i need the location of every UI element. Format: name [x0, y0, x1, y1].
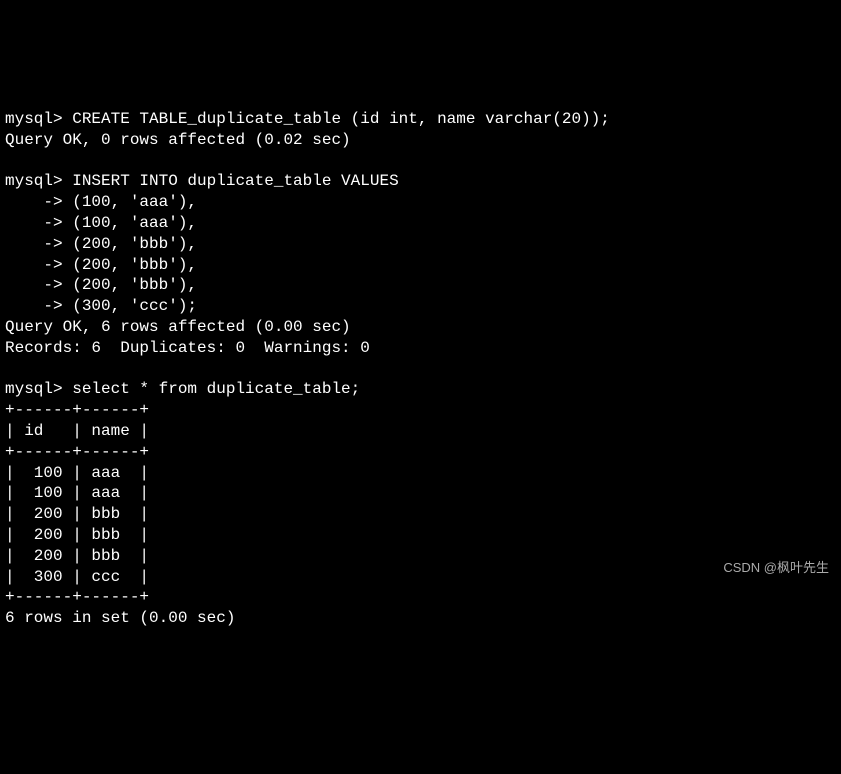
rows-in-set-line: 6 rows in set (0.00 sec) [5, 609, 235, 627]
table-row-line: | 100 | aaa | [5, 484, 149, 502]
table-row-line: | 300 | ccc | [5, 568, 149, 586]
insert-value-line: -> (200, 'bbb'), [5, 276, 197, 294]
table-row-line: | 200 | bbb | [5, 505, 149, 523]
mysql-select-line: mysql> select * from duplicate_table; [5, 380, 360, 398]
terminal-output: mysql> CREATE TABLE_duplicate_table (id … [5, 88, 836, 629]
table-row-line: | 200 | bbb | [5, 526, 149, 544]
insert-value-line: -> (100, 'aaa'), [5, 214, 197, 232]
table-border-line: +------+------+ [5, 443, 149, 461]
table-header-line: | id | name | [5, 422, 149, 440]
mysql-create-table-line: mysql> CREATE TABLE_duplicate_table (id … [5, 110, 610, 128]
insert-value-line: -> (300, 'ccc'); [5, 297, 197, 315]
insert-value-line: -> (200, 'bbb'), [5, 256, 197, 274]
table-border-line: +------+------+ [5, 588, 149, 606]
table-row-line: | 200 | bbb | [5, 547, 149, 565]
query-ok-line: Query OK, 0 rows affected (0.02 sec) [5, 131, 351, 149]
watermark-text: CSDN @枫叶先生 [723, 560, 829, 577]
insert-value-line: -> (100, 'aaa'), [5, 193, 197, 211]
table-row-line: | 100 | aaa | [5, 464, 149, 482]
table-border-line: +------+------+ [5, 401, 149, 419]
insert-value-line: -> (200, 'bbb'), [5, 235, 197, 253]
records-summary-line: Records: 6 Duplicates: 0 Warnings: 0 [5, 339, 370, 357]
query-ok-line: Query OK, 6 rows affected (0.00 sec) [5, 318, 351, 336]
mysql-insert-line: mysql> INSERT INTO duplicate_table VALUE… [5, 172, 399, 190]
